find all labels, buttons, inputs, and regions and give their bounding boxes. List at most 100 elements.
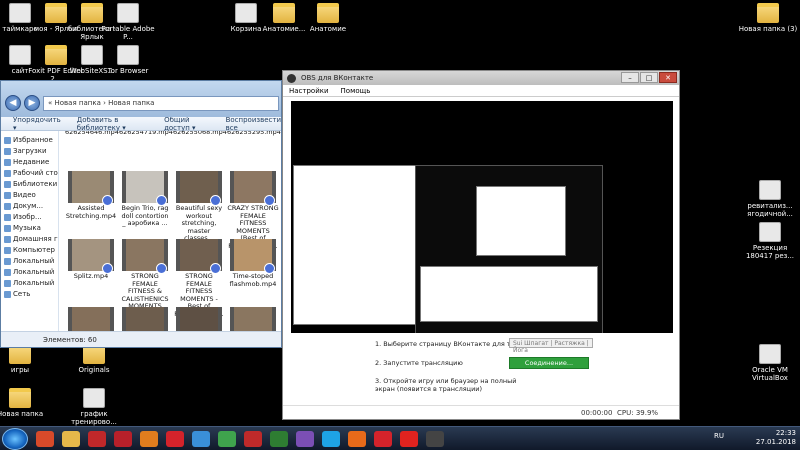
nav-item-14[interactable]: Сеть [1, 289, 58, 300]
opera-icon[interactable] [166, 430, 184, 447]
nav-item-3[interactable]: Рабочий стол [1, 168, 58, 179]
nav-item-10[interactable]: Компьютер [1, 245, 58, 256]
nav-item-2[interactable]: Недавние [1, 157, 58, 168]
preview-controls-panel [420, 266, 598, 322]
nav-item-8[interactable]: Музыка [1, 223, 58, 234]
add-to-library-button[interactable]: Добавить в библиотеку ▾ [77, 116, 148, 132]
close-button[interactable]: ✕ [659, 72, 677, 83]
desktop-icon-left-3-icon [117, 3, 139, 23]
nav-item-icon [4, 291, 11, 298]
taskbar-apps [28, 430, 444, 447]
share-button[interactable]: Общий доступ ▾ [164, 116, 210, 132]
clock-date[interactable]: 27.01.2018 [756, 438, 796, 447]
video-file[interactable]: Beautiful sexy workout stretching, maste… [173, 171, 225, 243]
desktop-icon-left-3[interactable]: Portable Adobe P... [98, 3, 158, 41]
lang-indicator[interactable]: RU [714, 432, 724, 441]
ccleaner-icon[interactable] [36, 430, 54, 447]
desktop-icon-bottom-2[interactable]: Новая папка [0, 388, 50, 418]
app-red2-icon[interactable] [114, 430, 132, 447]
desktop-icon-right-0[interactable]: Новая папка (3) [738, 3, 798, 33]
obs-menu: Настройки Помощь [283, 85, 679, 97]
desktop-icon-top-2-icon [317, 3, 339, 23]
nav-item-0[interactable]: Избранное [1, 135, 58, 146]
video-file[interactable]: 626254646.mp4 [65, 131, 119, 137]
address-bar[interactable]: « Новая папка › Новая папка [43, 96, 279, 111]
desktop-icon-right-2[interactable]: Резекция 180417 рез... [740, 222, 800, 260]
forward-button[interactable]: ▶ [24, 95, 40, 111]
desktop-icon-right-1[interactable]: ревитализ... ягодичной... [740, 180, 800, 218]
video-thumbnail [230, 171, 276, 206]
nav-item-6[interactable]: Докум... [1, 201, 58, 212]
video-file[interactable]: Splitz.mp4 [65, 239, 117, 281]
opera2-icon[interactable] [374, 430, 392, 447]
yandex-icon[interactable] [400, 430, 418, 447]
video-file[interactable] [173, 307, 225, 331]
desktop-icon-bottom-1-label: Originals [78, 366, 110, 374]
menu-settings[interactable]: Настройки [289, 87, 329, 95]
chrome-icon[interactable] [218, 430, 236, 447]
desktop-icon-bottom-3-label: график тренирово... [71, 410, 117, 426]
firefox-icon[interactable] [348, 430, 366, 447]
explorer-window: ◀ ▶ « Новая папка › Новая папка Упорядоч… [0, 80, 282, 348]
video-file[interactable] [119, 307, 171, 331]
video-file[interactable]: Begin Trio, rag doll contortion _ аэроби… [119, 171, 171, 228]
organize-button[interactable]: Упорядочить ▾ [13, 116, 61, 132]
nav-item-icon [4, 247, 11, 254]
obs-icon[interactable] [426, 430, 444, 447]
nav-item-4[interactable]: Библиотеки [1, 179, 58, 190]
desktop-icon-bottom-0[interactable]: игры [0, 344, 50, 374]
back-button[interactable]: ◀ [5, 95, 21, 111]
video-file[interactable]: 626254719.mp4 [119, 131, 173, 137]
file-grid: 626254646.mp4 626254719.mp4 626255068.mp4 6… [59, 131, 281, 331]
desktop-icon-bottom-3[interactable]: график тренирово... [64, 388, 124, 426]
nav-item-label: Изобр... [13, 213, 42, 221]
nav-item-11[interactable]: Локальный [1, 256, 58, 267]
connect-button[interactable]: Соединение... [509, 357, 589, 369]
desktop-icon-bottom-1[interactable]: Originals [64, 344, 124, 374]
desktop-icon-top-2[interactable]: Анатомие [298, 3, 358, 33]
app-orange-icon[interactable] [140, 430, 158, 447]
file-name: Assisted Stretching.mp4 [65, 204, 117, 220]
status-bar: Элементов: 60 [1, 331, 281, 347]
minimize-button[interactable]: – [621, 72, 639, 83]
page-select[interactable]: Sui Шпагат | Растяжка | Йога [509, 338, 593, 354]
desktop-icon-left-7[interactable]: Tor Browser [98, 45, 158, 75]
nav-item-label: Локальный [13, 257, 55, 265]
skype-icon[interactable] [322, 430, 340, 447]
nav-item-5[interactable]: Видео [1, 190, 58, 201]
nav-item-12[interactable]: Локальный [1, 267, 58, 278]
video-thumbnail [122, 239, 168, 274]
start-button[interactable] [2, 427, 28, 450]
navigation-pane: Избранное Загрузки Недавние Рабочий стол Биб… [1, 131, 59, 331]
video-file[interactable] [65, 307, 117, 331]
explorer-nav-buttons: ◀ ▶ [5, 95, 40, 111]
video-file[interactable]: 626255068.mp4 [173, 131, 227, 137]
file-name: 626255295.mp4 [227, 131, 281, 136]
menu-help[interactable]: Помощь [341, 87, 371, 95]
play-all-button[interactable]: Воспроизвести все [226, 116, 281, 132]
excel-icon[interactable] [270, 430, 288, 447]
nav-item-9[interactable]: Домашняя группа [1, 234, 58, 245]
nav-item-1[interactable]: Загрузки [1, 146, 58, 157]
explorer-icon[interactable] [62, 430, 80, 447]
app-purple-icon[interactable] [296, 430, 314, 447]
maximize-button[interactable]: □ [640, 72, 658, 83]
nav-item-icon [4, 269, 11, 276]
nav-item-7[interactable]: Изобр... [1, 212, 58, 223]
clock-time[interactable]: 22:33 [756, 429, 796, 438]
video-file[interactable]: Time-stoped flashmob.mp4 [227, 239, 279, 288]
video-file[interactable]: Assisted Stretching.mp4 [65, 171, 117, 220]
nav-item-label: Рабочий стол [13, 169, 58, 177]
nav-item-13[interactable]: Локальный [1, 278, 58, 289]
desktop-icon-bottom-3-icon [83, 388, 105, 408]
app-red-icon[interactable] [88, 430, 106, 447]
ie-icon[interactable] [192, 430, 210, 447]
nav-item-label: Докум... [13, 202, 44, 210]
preview-nested-panel [476, 186, 566, 256]
desktop-icon-right-3[interactable]: Oracle VM VirtualBox [740, 344, 800, 382]
video-thumbnail [68, 307, 114, 331]
filezilla-icon[interactable] [244, 430, 262, 447]
video-file[interactable] [227, 307, 279, 331]
desktop-icon-right-2-icon [759, 222, 781, 242]
video-file[interactable]: 626255295.mp4 [227, 131, 281, 137]
